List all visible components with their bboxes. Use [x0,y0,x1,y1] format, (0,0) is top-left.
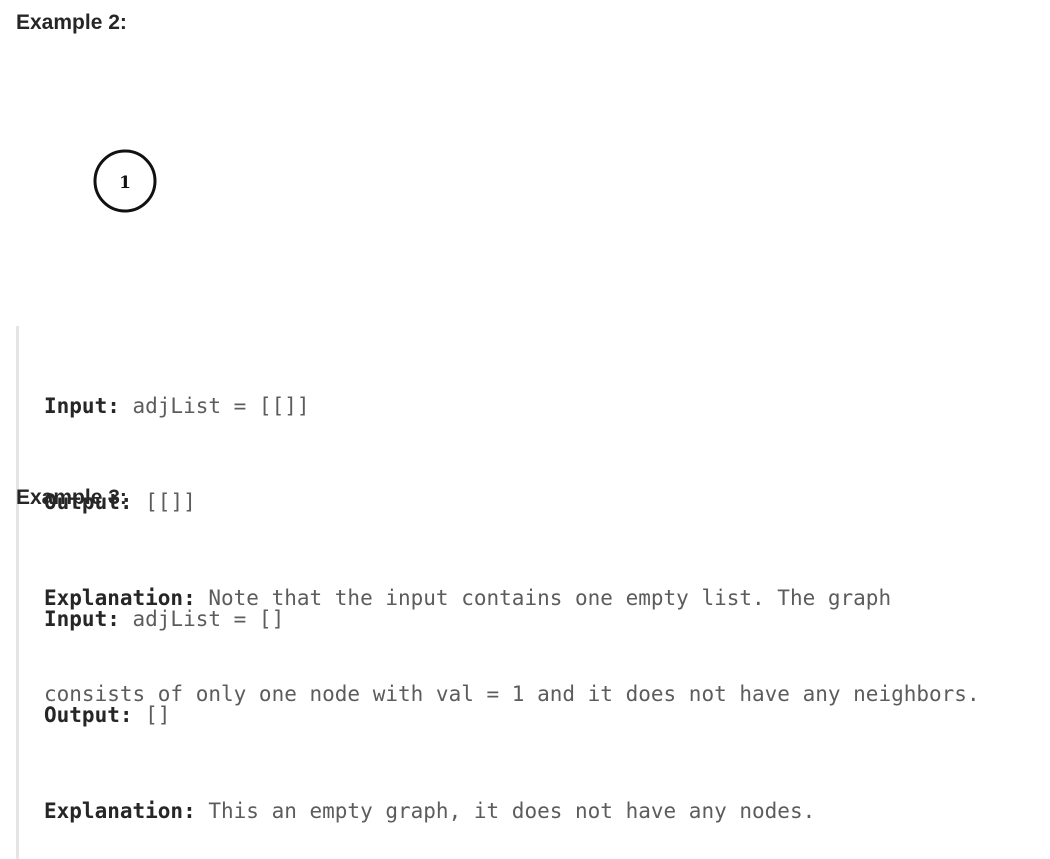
input-label: Input: [44,394,120,418]
output-value: [[]] [132,490,196,514]
input-line: Input: adjList = [] [44,603,1050,635]
graph-diagram: 1 [93,149,157,213]
output-label: Output: [44,703,133,727]
input-value: adjList = [[]] [119,394,310,418]
output-line: Output: [[]] [44,486,1050,518]
input-value: adjList = [] [119,607,285,631]
example-3-heading: Example 3: [16,486,127,509]
explanation-label: Explanation: [44,799,196,823]
example-2-heading: Example 2: [16,11,127,34]
input-line: Input: adjList = [[]] [44,390,1050,422]
explanation-value: This an empty graph, it does not have an… [195,799,816,823]
example-3-block: Input: adjList = [] Output: [] Explanati… [16,539,1050,859]
input-label: Input: [44,607,120,631]
explanation-line: Explanation: This an empty graph, it doe… [44,795,1050,827]
output-value: [] [132,703,171,727]
output-line: Output: [] [44,699,1050,731]
graph-node-label: 1 [119,173,131,193]
